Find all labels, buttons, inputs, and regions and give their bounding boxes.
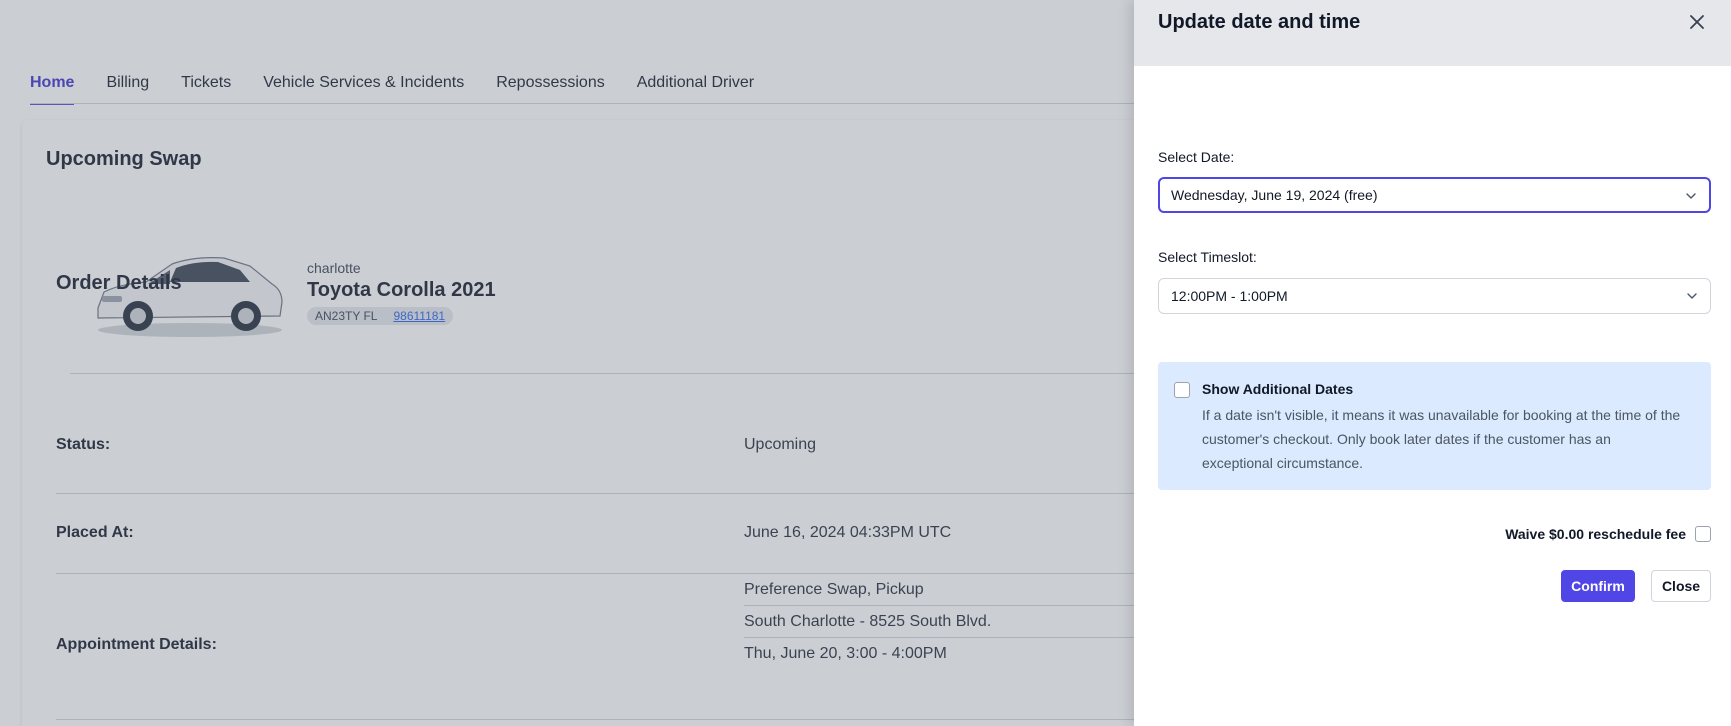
date-select-value: Wednesday, June 19, 2024 (free) xyxy=(1171,187,1378,203)
show-additional-dates-checkbox[interactable] xyxy=(1174,382,1190,398)
waive-fee-label: Waive $0.00 reschedule fee xyxy=(1505,526,1686,542)
close-button[interactable]: Close xyxy=(1651,570,1711,602)
drawer-title: Update date and time xyxy=(1158,11,1361,33)
additional-dates-title: Show Additional Dates xyxy=(1202,381,1354,397)
waive-fee-row: Waive $0.00 reschedule fee xyxy=(1505,526,1711,542)
confirm-button[interactable]: Confirm xyxy=(1561,570,1635,602)
timeslot-select-value: 12:00PM - 1:00PM xyxy=(1171,288,1288,304)
chevron-down-icon xyxy=(1686,193,1696,199)
additional-dates-text: If a date isn't visible, it means it was… xyxy=(1202,407,1681,471)
drawer-header: Update date and time xyxy=(1134,0,1731,66)
timeslot-label: Select Timeslot: xyxy=(1158,249,1257,265)
additional-dates-box: Show Additional Dates If a date isn't vi… xyxy=(1158,362,1711,490)
date-label: Select Date: xyxy=(1158,149,1235,165)
chevron-down-icon xyxy=(1687,293,1697,299)
close-icon[interactable] xyxy=(1687,12,1707,32)
waive-fee-checkbox[interactable] xyxy=(1695,526,1711,542)
date-select[interactable]: Wednesday, June 19, 2024 (free) xyxy=(1158,177,1711,213)
timeslot-select[interactable]: 12:00PM - 1:00PM xyxy=(1158,278,1711,314)
update-datetime-drawer: Update date and time Select Date: Wednes… xyxy=(1134,0,1731,726)
